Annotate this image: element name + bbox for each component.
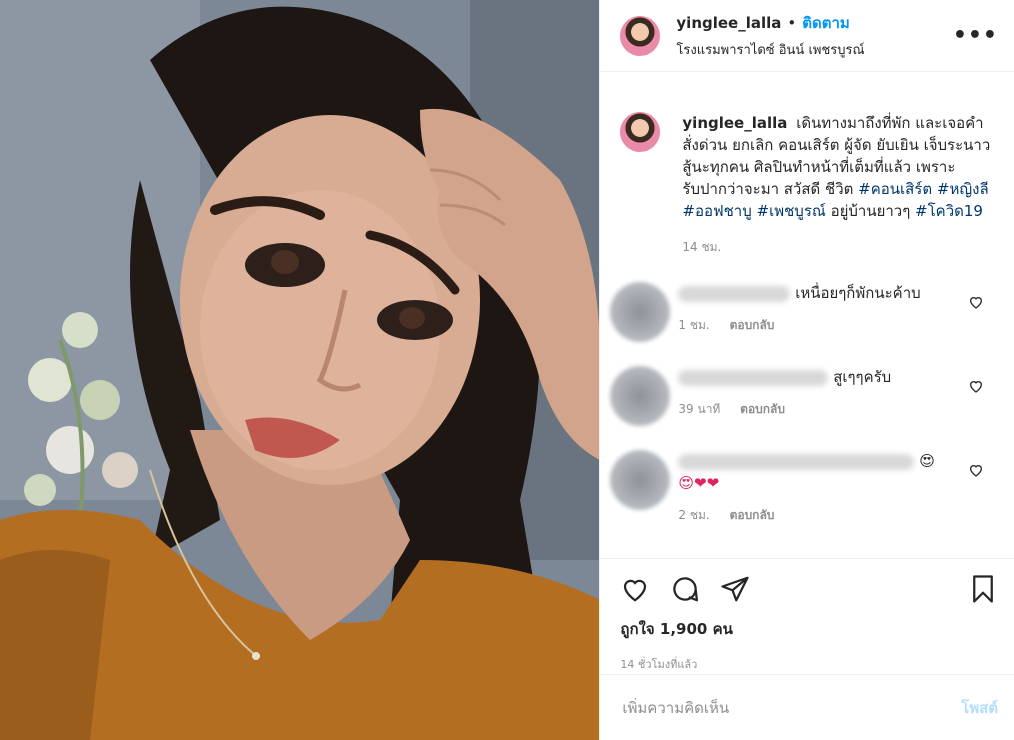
- heart-icon[interactable]: [968, 294, 984, 310]
- post-actions: ถูกใจ 1,900 คน 14 ชั่วโมงที่แล้ว: [600, 558, 1014, 673]
- heart-icon[interactable]: [620, 574, 650, 604]
- caption-body: yinglee_lalla เดินทางมาถึงที่พัก และเจอค…: [682, 112, 998, 258]
- caption-username[interactable]: yinglee_lalla: [682, 114, 787, 132]
- hashtag-link[interactable]: #โควิด19: [915, 202, 983, 220]
- blurred-username[interactable]: [678, 285, 791, 302]
- comment-text-2: 😍❤❤: [678, 474, 720, 492]
- caption-avatar[interactable]: [620, 112, 661, 152]
- more-icon[interactable]: •••: [953, 23, 998, 48]
- comment-text: เหนื่อยๆก็พักนะค้าบ: [795, 284, 921, 302]
- post-photo[interactable]: [0, 0, 600, 740]
- comments-list[interactable]: yinglee_lalla เดินทางมาถึงที่พัก และเจอค…: [600, 72, 1014, 558]
- reply-button[interactable]: ตอบกลับ: [740, 402, 785, 416]
- blurred-username[interactable]: [678, 453, 915, 470]
- comment-text: 😍: [919, 452, 935, 470]
- comment-time: 2 ชม.: [678, 508, 710, 522]
- follow-button[interactable]: ติดตาม: [802, 11, 850, 35]
- likes-count[interactable]: ถูกใจ 1,900 คน: [620, 617, 998, 641]
- commenter-avatar[interactable]: [610, 282, 671, 342]
- bookmark-icon[interactable]: [968, 574, 998, 604]
- comment-time: 1 ชม.: [678, 318, 710, 332]
- post-comment-button[interactable]: โพสต์: [961, 696, 998, 720]
- hashtag-link[interactable]: #เพชบูรณ์: [757, 202, 826, 220]
- comment-icon[interactable]: [670, 574, 700, 604]
- separator-dot: •: [787, 14, 797, 32]
- comment-item: สูเๆๆครับ 39 นาที ตอบกลับ: [610, 366, 998, 426]
- commenter-avatar[interactable]: [610, 450, 671, 510]
- hashtag-link[interactable]: #คอนเสิร์ต: [858, 180, 932, 198]
- caption: yinglee_lalla เดินทางมาถึงที่พัก และเจอค…: [620, 112, 998, 258]
- caption-text-2: อยู่บ้านยาวๆ: [830, 202, 911, 220]
- post-side-panel: yinglee_lalla • ติดตาม โรงแรมพาราไดซ์ อิ…: [599, 0, 1014, 740]
- add-comment-bar: โพสต์: [600, 674, 1014, 740]
- post-timestamp: 14 ชั่วโมงที่แล้ว: [620, 658, 698, 671]
- blurred-username[interactable]: [678, 369, 829, 386]
- comment-input[interactable]: [620, 697, 962, 718]
- comment-item: 😍 😍❤❤ 2 ชม. ตอบกลับ: [610, 450, 998, 526]
- location-link[interactable]: โรงแรมพาราไดซ์ อินน์ เพชรบูรณ์: [676, 39, 952, 60]
- instagram-post: yinglee_lalla • ติดตาม โรงแรมพาราไดซ์ อิ…: [0, 0, 1014, 740]
- share-icon[interactable]: [720, 574, 750, 604]
- post-header: yinglee_lalla • ติดตาม โรงแรมพาราไดซ์ อิ…: [600, 0, 1014, 72]
- comment-text: สูเๆๆครับ: [833, 368, 892, 386]
- hashtag-link[interactable]: #หญิงลี: [937, 180, 989, 198]
- hashtag-link[interactable]: #ออฟชาบู: [682, 202, 751, 220]
- comment-time: 39 นาที: [678, 402, 721, 416]
- comment-item: เหนื่อยๆก็พักนะค้าบ 1 ชม. ตอบกลับ: [610, 282, 998, 342]
- reply-button[interactable]: ตอบกลับ: [730, 318, 775, 332]
- heart-icon[interactable]: [968, 378, 984, 394]
- caption-time: 14 ชม.: [682, 240, 722, 254]
- header-text: yinglee_lalla • ติดตาม โรงแรมพาราไดซ์ อิ…: [676, 11, 952, 60]
- author-avatar[interactable]: [620, 15, 661, 56]
- selfie-image: [0, 0, 600, 740]
- reply-button[interactable]: ตอบกลับ: [730, 508, 775, 522]
- commenter-avatar[interactable]: [610, 366, 671, 426]
- heart-icon[interactable]: [968, 462, 984, 478]
- author-username[interactable]: yinglee_lalla: [676, 14, 781, 32]
